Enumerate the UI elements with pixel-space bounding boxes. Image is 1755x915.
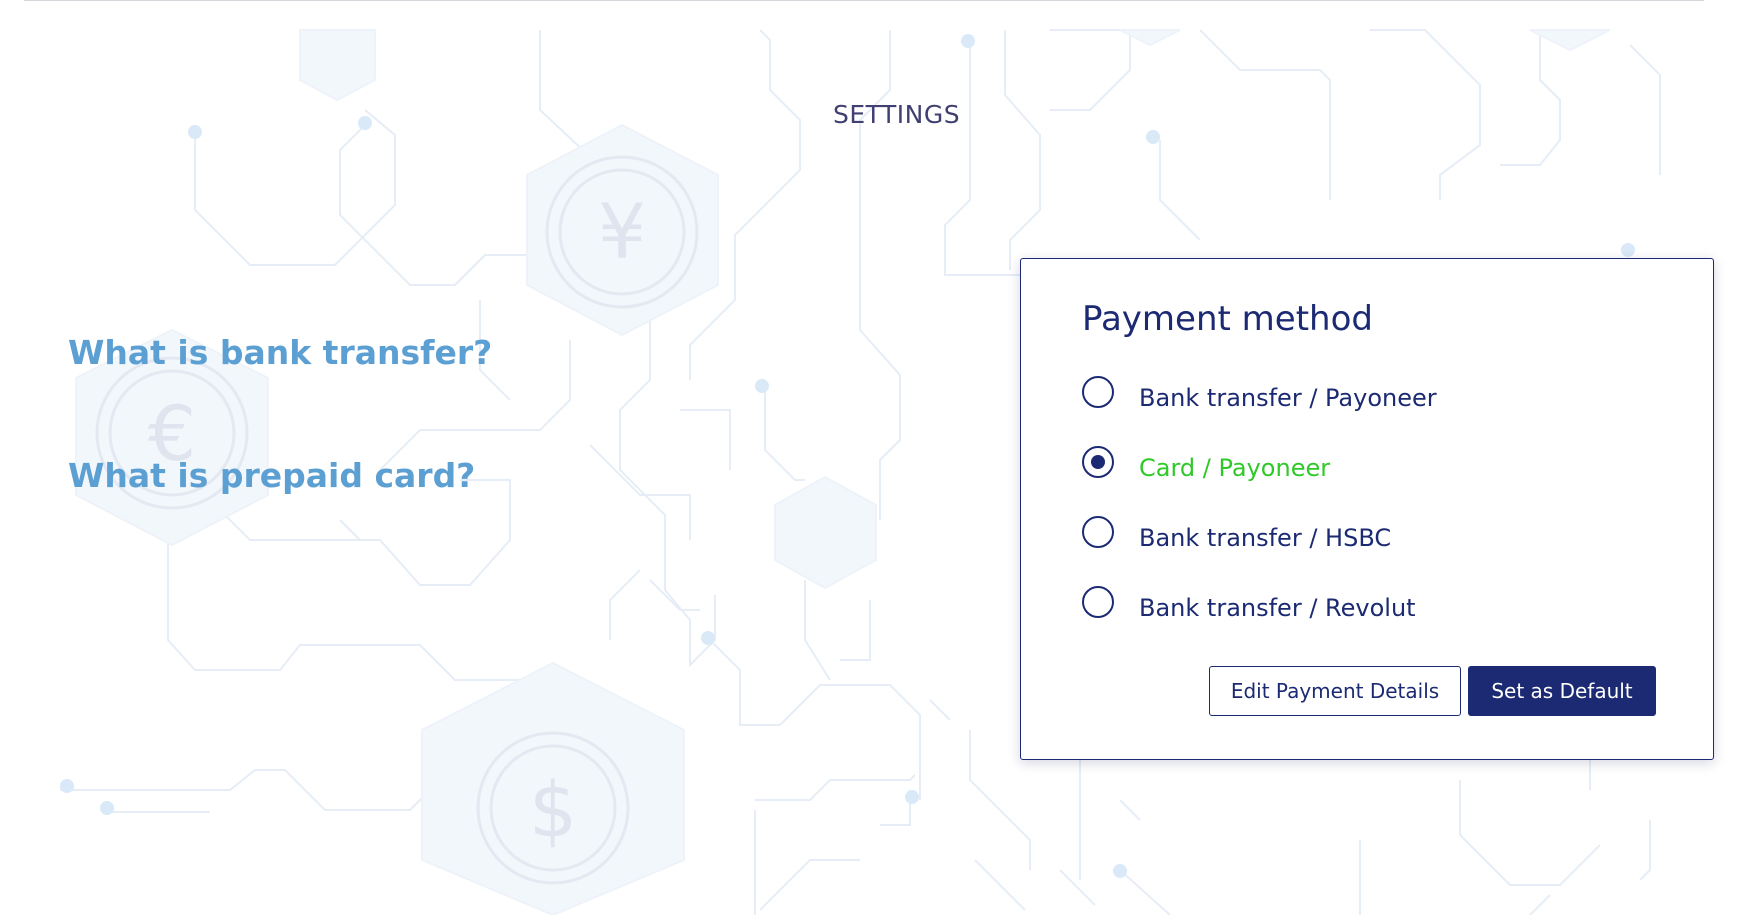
- payment-option-bank-revolut[interactable]: Bank transfer / Revolut: [1082, 586, 1642, 626]
- dollar-icon: $: [529, 765, 577, 854]
- payment-option-card-payoneer[interactable]: Card / Payoneer: [1082, 446, 1642, 486]
- payment-option-label: Bank transfer / HSBC: [1139, 524, 1392, 552]
- payment-method-card: Payment method Bank transfer / Payoneer …: [1020, 258, 1714, 760]
- radio-button-selected[interactable]: [1082, 446, 1114, 478]
- radio-button[interactable]: [1082, 376, 1114, 408]
- radio-button[interactable]: [1082, 516, 1114, 548]
- payment-option-label: Card / Payoneer: [1139, 454, 1331, 482]
- payment-option-bank-payoneer[interactable]: Bank transfer / Payoneer: [1082, 376, 1642, 416]
- payment-option-label: Bank transfer / Payoneer: [1139, 384, 1437, 412]
- yen-icon: ¥: [598, 187, 646, 276]
- set-as-default-button[interactable]: Set as Default: [1468, 666, 1656, 716]
- payment-option-bank-hsbc[interactable]: Bank transfer / HSBC: [1082, 516, 1642, 556]
- faq-prepaid-card-link[interactable]: What is prepaid card?: [68, 456, 475, 495]
- payment-method-title: Payment method: [1082, 299, 1373, 339]
- settings-page: ¥ € $ SETTINGS What is bank transfer? Wh…: [0, 0, 1755, 915]
- payment-option-label: Bank transfer / Revolut: [1139, 594, 1416, 622]
- radio-button[interactable]: [1082, 586, 1114, 618]
- edit-payment-details-button[interactable]: Edit Payment Details: [1209, 666, 1461, 716]
- faq-bank-transfer-link[interactable]: What is bank transfer?: [68, 333, 492, 372]
- page-title: SETTINGS: [833, 100, 961, 129]
